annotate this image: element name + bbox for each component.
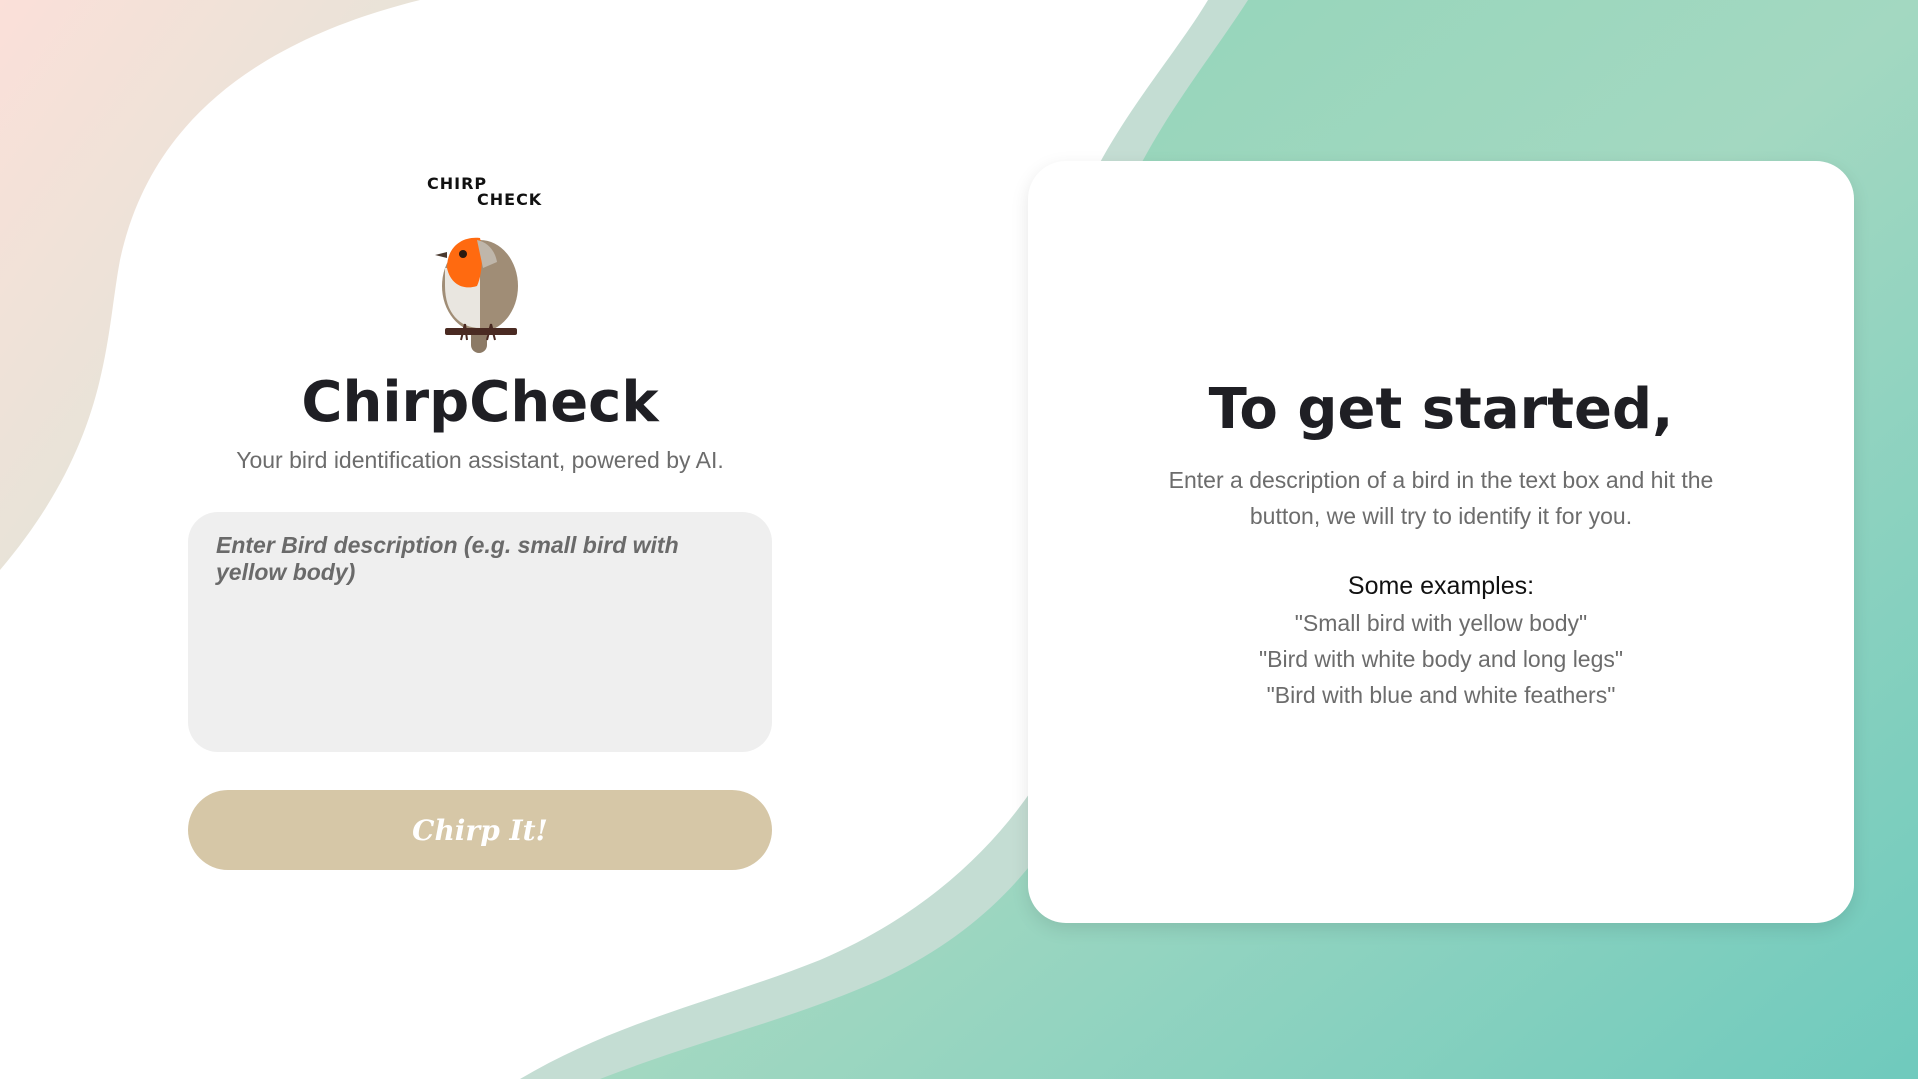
robin-bird-icon (435, 237, 518, 353)
app-subtitle: Your bird identification assistant, powe… (236, 447, 724, 473)
app-logo: CHIRP CHECK (415, 170, 545, 360)
example-item: "Bird with white body and long legs" (1258, 646, 1624, 672)
page: CHIRP CHECK ChirpCheck Your bird identif… (0, 0, 1918, 1079)
example-item: "Small bird with yellow body" (1294, 610, 1588, 636)
bird-description-input[interactable] (188, 512, 772, 752)
left-panel: CHIRP CHECK ChirpCheck Your bird identif… (188, 170, 772, 870)
example-item: "Bird with blue and white feathers" (1266, 682, 1616, 708)
logo-text-line2: CHECK (477, 190, 543, 209)
examples-heading: Some examples: (1347, 572, 1535, 600)
chirp-it-button[interactable]: Chirp It! (188, 790, 772, 870)
card-instructions: Enter a description of a bird in the tex… (1168, 467, 1714, 529)
examples-list: "Small bird with yellow body" "Bird with… (1259, 605, 1623, 713)
card-title: To get started, (1208, 377, 1674, 442)
getting-started-card: To get started, Enter a description of a… (1028, 161, 1854, 923)
app-title: ChirpCheck (301, 370, 659, 435)
